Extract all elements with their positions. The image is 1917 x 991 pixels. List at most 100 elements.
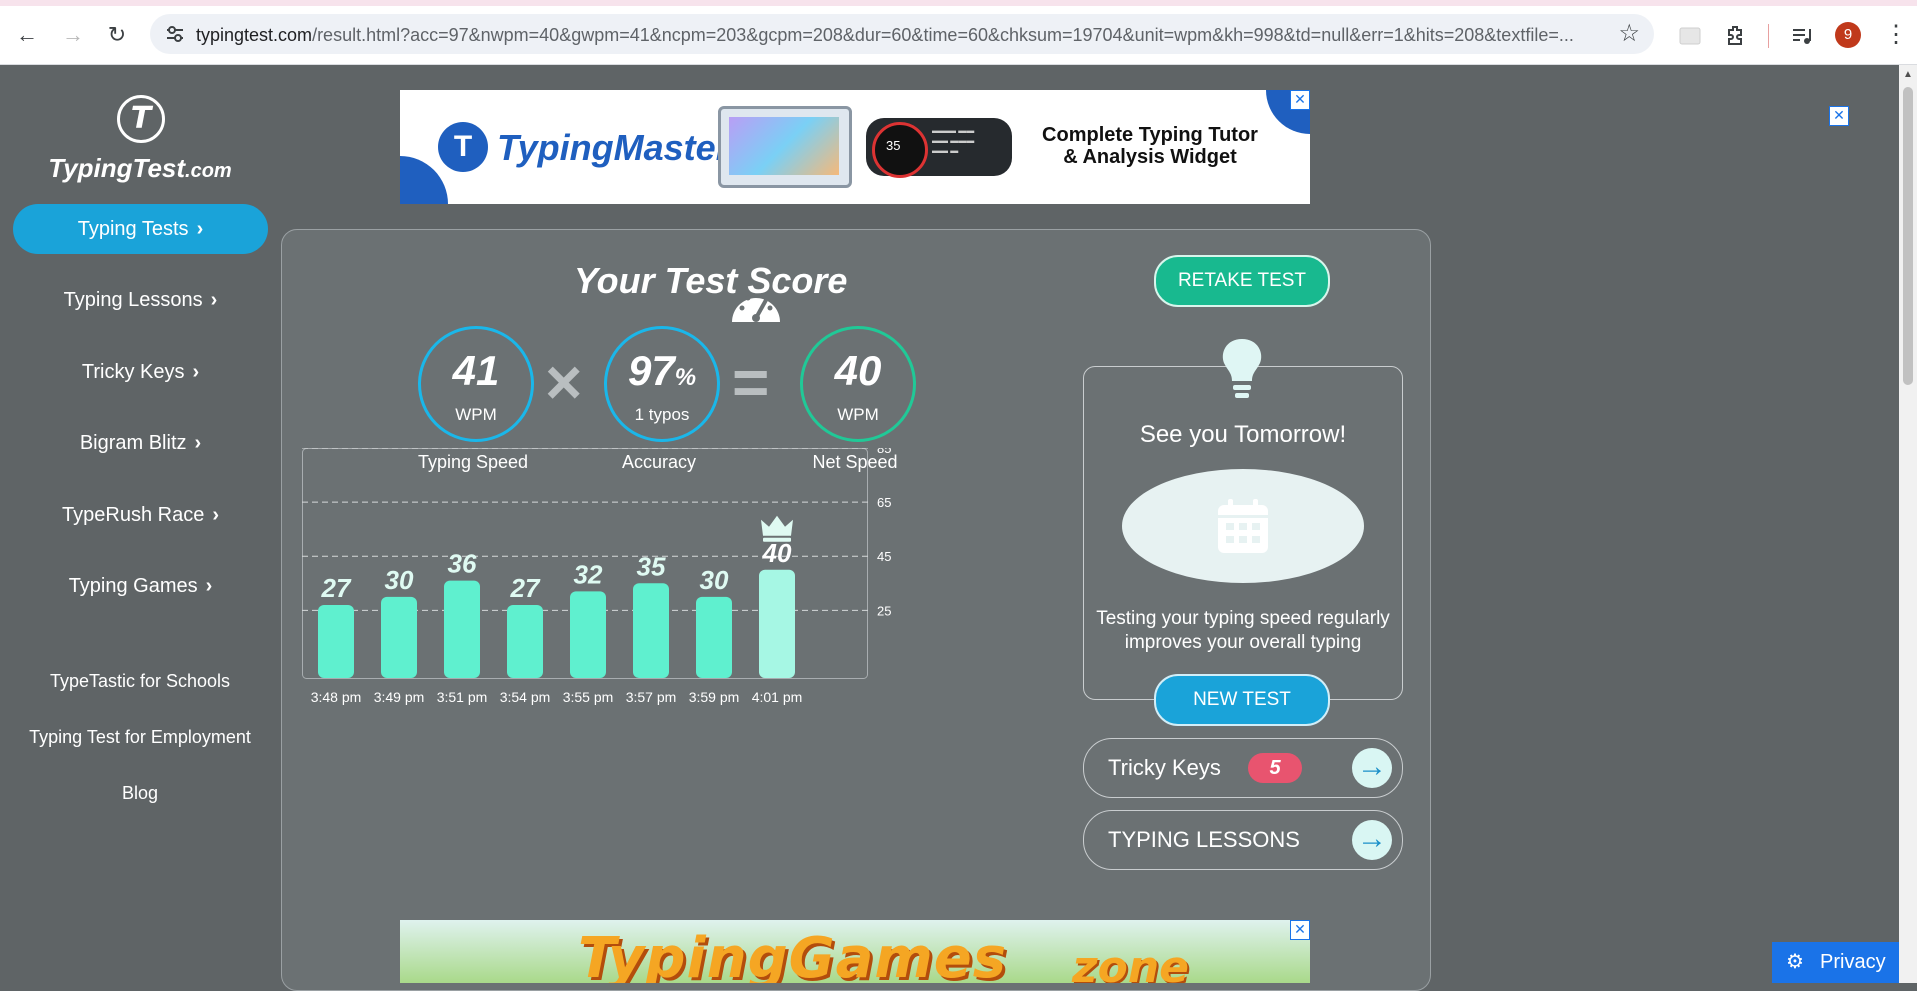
new-test-button[interactable]: NEW TEST [1154, 674, 1330, 726]
chevron-right-icon: › [194, 432, 202, 454]
privacy-label: Privacy [1820, 951, 1886, 973]
bar-value-label: 35 [637, 551, 666, 581]
x-tick-label: 3:54 pm [500, 689, 551, 705]
chart-bar [759, 569, 795, 678]
link-typetastic-schools[interactable]: TypeTastic for Schools [0, 671, 280, 692]
accuracy-percent-sign: % [674, 364, 697, 391]
sidebar-item-typing-lessons[interactable]: Typing Lessons › [13, 275, 268, 325]
x-tick-label: 3:51 pm [437, 689, 488, 705]
tip-text-line-2: improves your overall typing [1124, 632, 1362, 653]
site-logo-text[interactable]: TypingTest.com [0, 153, 280, 184]
bar-value-label: 40 [762, 538, 792, 568]
chart-bar [381, 596, 417, 678]
logo-main: TypingTest [48, 153, 186, 183]
typing-speed-value: 41 [452, 347, 500, 394]
page-scrollbar[interactable]: ▲ [1899, 65, 1917, 983]
sidebar-item-typerush-race[interactable]: TypeRush Race › [13, 490, 268, 540]
chevron-right-icon: › [196, 218, 204, 240]
x-tick-label: 3:55 pm [563, 689, 614, 705]
arrow-right-icon[interactable]: → [1352, 820, 1392, 860]
bar-value-label: 30 [700, 565, 729, 595]
y-tick-label: 45 [877, 549, 891, 564]
extension-placeholder-icon[interactable] [1678, 24, 1702, 48]
ad-close-icon[interactable]: ✕ [1290, 90, 1310, 110]
link-blog[interactable]: Blog [0, 783, 280, 804]
forward-arrow-icon[interactable]: → [58, 20, 88, 50]
typing-lessons-card[interactable]: TYPING LESSONS → [1083, 810, 1403, 870]
sidebar-item-tricky-keys[interactable]: Tricky Keys › [13, 347, 268, 397]
chevron-right-icon: › [205, 575, 213, 597]
sidebar-item-typing-games[interactable]: Typing Games › [13, 561, 268, 611]
speed-history-chart: 25 45 65 85 27 3:48 pm 30 3:49 pm 36 3:51 pm 27 3:5… [302, 448, 891, 705]
back-arrow-icon[interactable]: ← [12, 20, 42, 50]
bar-value-label: 27 [321, 573, 352, 603]
calendar-illustration [1122, 469, 1364, 583]
sidebar-item-bigram-blitz[interactable]: Bigram Blitz › [13, 418, 268, 468]
sidebar-item-typing-tests[interactable]: Typing Tests › [13, 204, 268, 254]
tricky-keys-card[interactable]: Tricky Keys 5 → [1083, 738, 1403, 798]
crown-icon [761, 515, 793, 536]
scroll-up-arrow-icon[interactable]: ▲ [1903, 69, 1913, 80]
typing-speed-ring: 41 WPM [418, 326, 534, 442]
y-tick-label: 85 [877, 448, 891, 456]
tricky-keys-label: Tricky Keys [1108, 755, 1221, 780]
x-tick-label: 3:57 pm [626, 689, 677, 705]
typingmaster-logo-icon: T [438, 122, 488, 172]
bookmark-star-icon[interactable]: ☆ [1618, 19, 1640, 48]
chart-bar [444, 580, 480, 678]
top-advertisement[interactable]: T TypingMaster11 35 ▬▬▬ ▬▬▬▬ ▬▬▬▬▬ ▬ Com… [400, 90, 1310, 204]
accuracy-ring: 97% 1 typos [604, 326, 720, 442]
toolbar-divider [1768, 24, 1769, 48]
arrow-right-icon[interactable]: → [1352, 748, 1392, 788]
net-speed-unit: WPM [837, 405, 879, 424]
logo-suffix: .com [185, 160, 232, 182]
address-bar[interactable]: typingtest.com/result.html?acc=97&nwpm=4… [150, 14, 1654, 54]
ad-games-title: TypingGames [578, 926, 1008, 983]
tip-text: Testing your typing speed regularly impro… [1084, 607, 1402, 655]
chart-bar [507, 604, 543, 678]
typo-count: 1 typos [634, 405, 690, 424]
privacy-button[interactable]: ⚙ Privacy [1772, 942, 1900, 983]
laptop-image [718, 106, 852, 188]
profile-avatar[interactable]: 9 [1835, 22, 1861, 48]
multiply-icon: × [545, 346, 583, 418]
browser-menu-icon[interactable]: ⋮ [1884, 20, 1908, 50]
typing-lessons-label: TYPING LESSONS [1108, 827, 1300, 852]
scroll-thumb[interactable] [1903, 87, 1913, 385]
ad-tagline: Complete Typing Tutor & Analysis Widget [1020, 124, 1280, 168]
sidebar-item-label: TypeRush Race [62, 504, 205, 526]
chevron-right-icon: › [192, 361, 200, 383]
typingtest-logo-icon[interactable]: T [117, 95, 165, 143]
chevron-right-icon: › [212, 504, 219, 526]
link-typing-test-employment[interactable]: Typing Test for Employment [0, 727, 280, 748]
side-ad-close-icon[interactable]: ✕ [1829, 106, 1849, 126]
bar-value-label: 27 [510, 573, 541, 603]
media-controls-icon[interactable] [1790, 24, 1814, 48]
ad-tagline-line-2: & Analysis Widget [1063, 146, 1237, 168]
ad-brand: TypingMaster11 [497, 127, 748, 169]
accuracy-number: 97 [627, 347, 675, 394]
chevron-right-icon: › [210, 289, 218, 311]
ad-brand-name: TypingMaster [497, 127, 730, 168]
retake-test-button[interactable]: RETAKE TEST [1154, 255, 1330, 307]
sidebar-item-label: Typing Games [68, 575, 198, 597]
ad-games-suffix: zone [1072, 942, 1190, 983]
test-result-panel: Your Test Score 41 WPM Typing Speed × 97… [281, 229, 1431, 991]
bottom-advertisement[interactable]: TypingGames zone [400, 920, 1310, 983]
score-title-text: Your Test Score [574, 260, 848, 301]
bottom-ad-close-icon[interactable]: ✕ [1290, 920, 1310, 940]
accuracy-value: 97% [607, 347, 717, 395]
url-path: /result.html?acc=97&nwpm=40&gwpm=41&ncpm… [312, 25, 1574, 45]
lightbulb-icon [1222, 339, 1262, 398]
equals-icon: = [732, 346, 770, 418]
ad-tagline-line-1: Complete Typing Tutor [1042, 124, 1258, 146]
calendar-icon [1218, 499, 1268, 553]
crown-base [763, 537, 791, 542]
tip-card: See you Tomorrow! Testing your typing sp… [1083, 339, 1403, 700]
site-settings-icon[interactable] [164, 23, 186, 45]
reload-icon[interactable]: ↻ [102, 20, 132, 50]
extensions-puzzle-icon[interactable] [1724, 24, 1748, 48]
url-text[interactable]: typingtest.com/result.html?acc=97&nwpm=4… [196, 25, 1596, 46]
chart-bar [633, 583, 669, 678]
typing-speed-unit: WPM [455, 405, 497, 424]
